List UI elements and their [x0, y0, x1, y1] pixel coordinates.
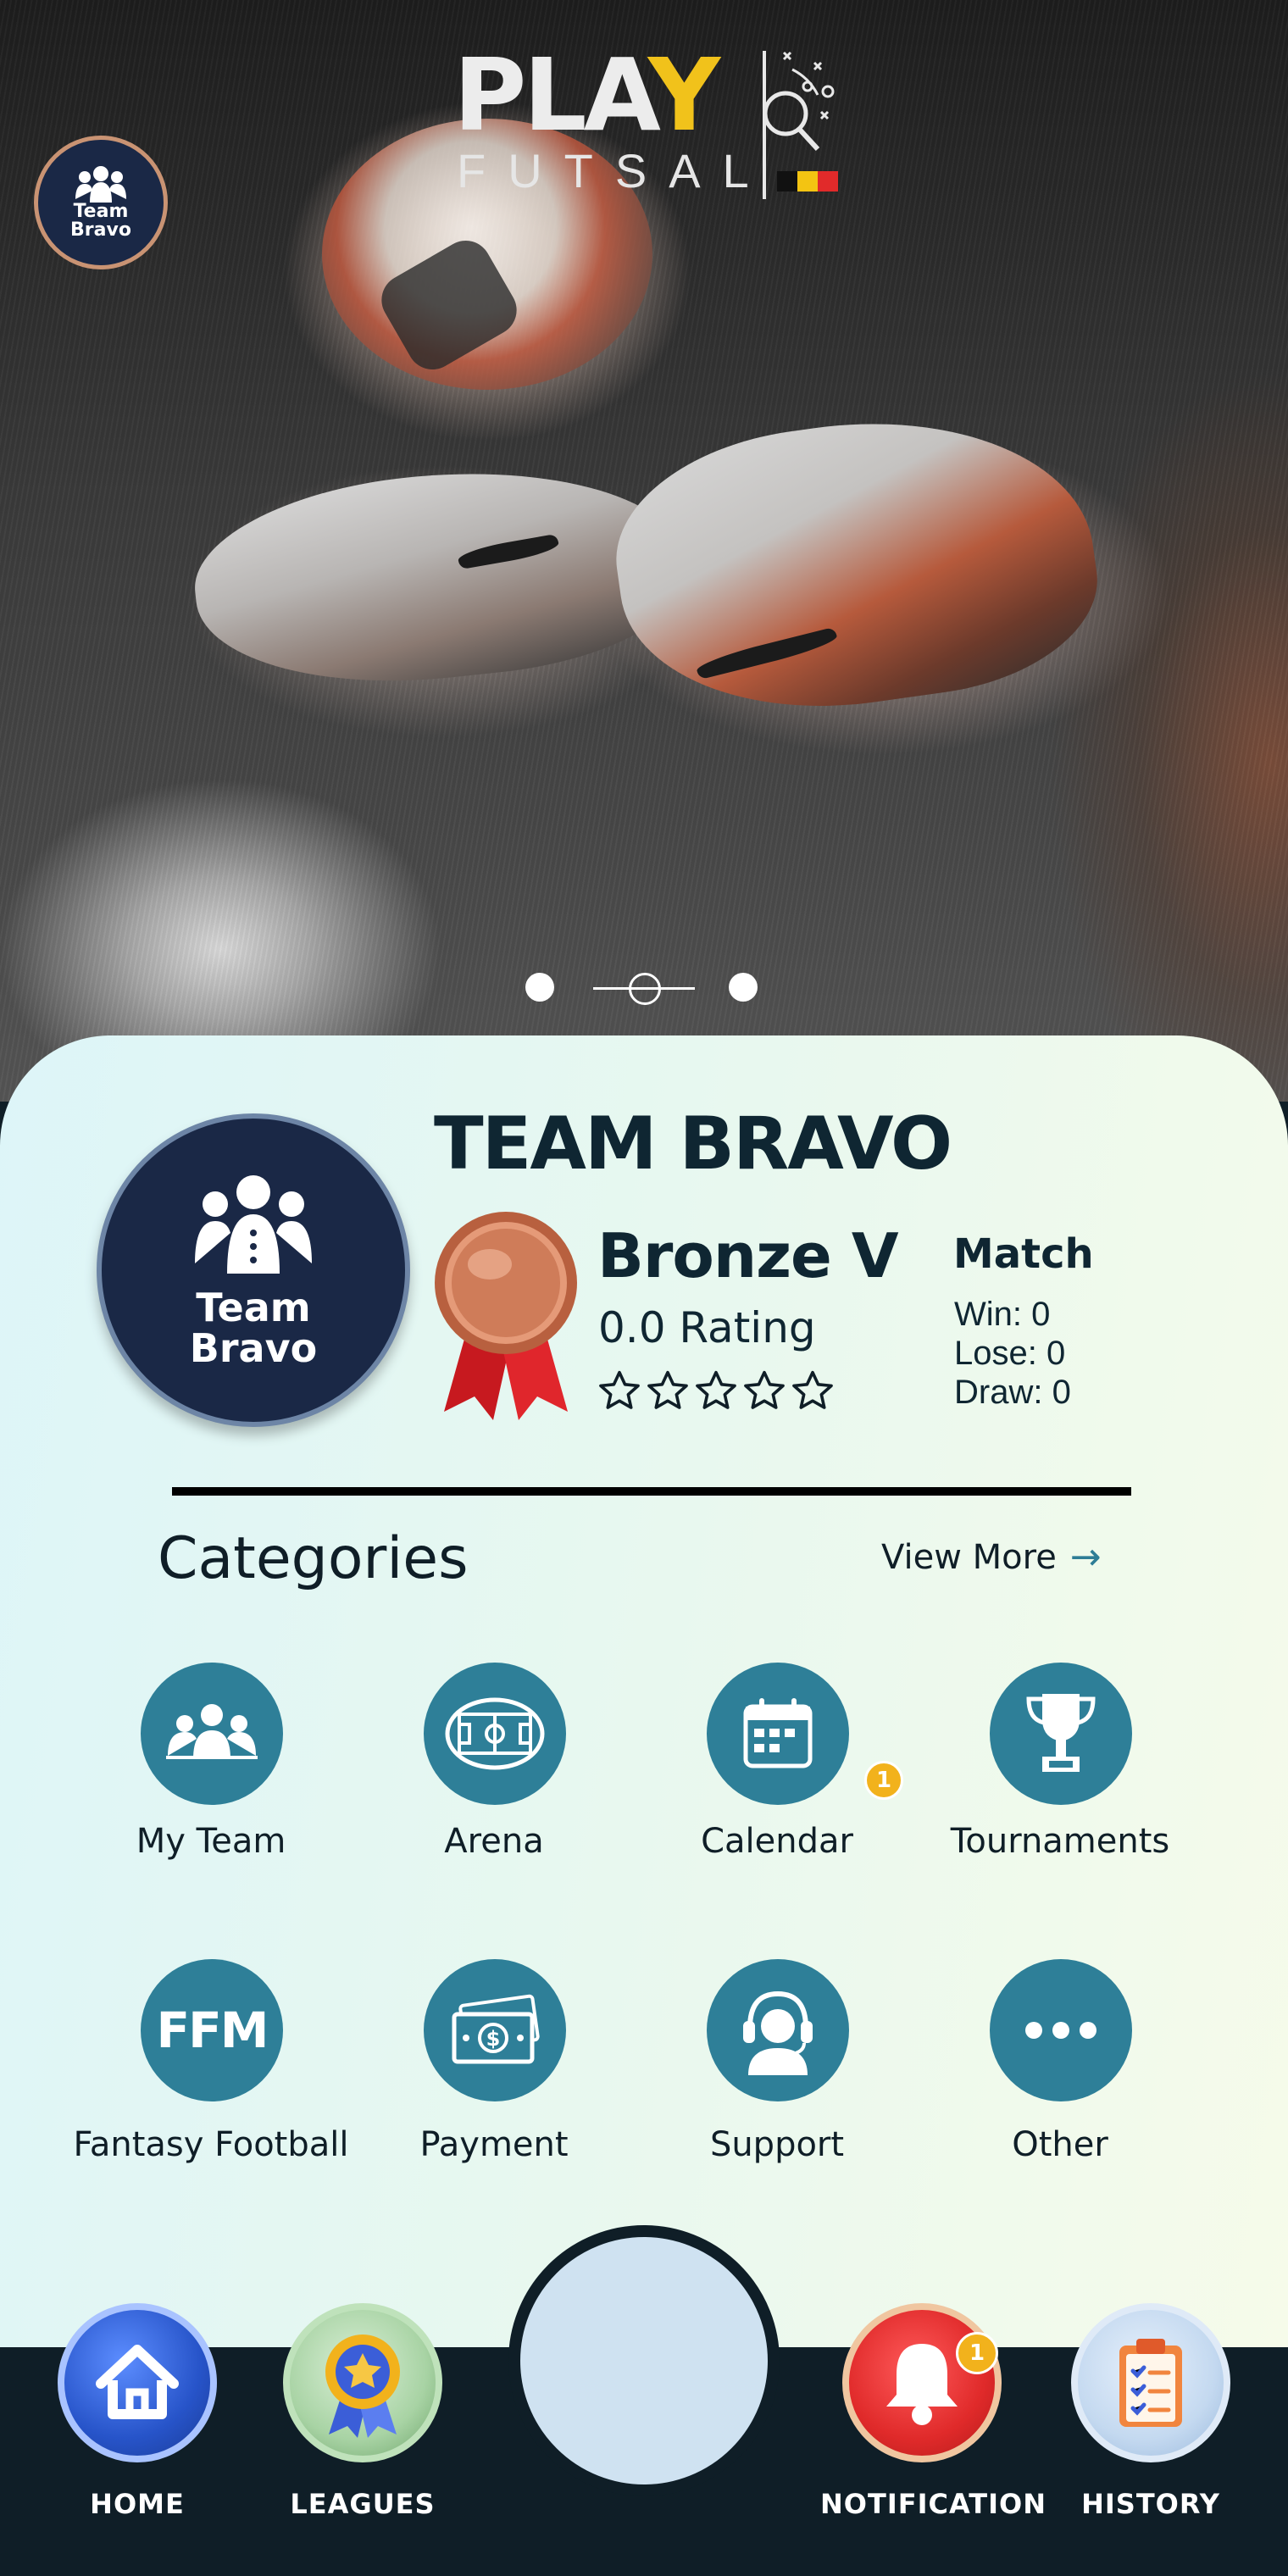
belgium-flag-icon: [777, 171, 838, 192]
category-other[interactable]: Other: [920, 1959, 1200, 2213]
logo-futsal-text: FUTSAL: [457, 144, 771, 197]
notification-badge: 1: [956, 2332, 998, 2374]
nav-label: HISTORY: [1081, 2488, 1220, 2520]
app-logo: PLAY FUTSAL: [453, 44, 843, 205]
carousel-dot[interactable]: [729, 973, 758, 1002]
logo-play-y: Y: [647, 36, 720, 153]
category-label: Fantasy Football: [73, 2125, 349, 2164]
bell-icon: [886, 2344, 958, 2425]
view-more-link[interactable]: View More →: [881, 1535, 1102, 1579]
category-label: Support: [709, 2125, 845, 2164]
category-icon-circle: [707, 1959, 849, 2101]
star-icon: [696, 1370, 736, 1409]
carousel-dot-active-ring: [629, 973, 661, 1005]
category-label: Tournaments: [950, 1822, 1170, 1861]
category-label: My Team: [136, 1822, 286, 1861]
category-icon-circle: FFM: [141, 1959, 283, 2101]
team-icon: [166, 1704, 258, 1759]
category-fantasy-football[interactable]: FFM Fantasy Football: [71, 1959, 351, 2213]
nav-leagues-button[interactable]: [283, 2303, 442, 2462]
calendar-badge: 1: [864, 1761, 903, 1800]
team-name: TEAM BRAVO: [434, 1102, 952, 1186]
calendar-icon: [743, 1698, 813, 1768]
category-tournaments[interactable]: Tournaments: [920, 1663, 1200, 1917]
support-icon: [743, 1990, 813, 2075]
center-action-button[interactable]: [508, 2225, 780, 2496]
carousel-indicator: [525, 973, 763, 1005]
tactics-board-icon: [763, 51, 835, 152]
nav-history[interactable]: HISTORY: [1049, 2303, 1252, 2557]
categories-title: Categories: [158, 1525, 469, 1592]
star-icon: [647, 1370, 688, 1409]
nav-history-button[interactable]: [1071, 2303, 1230, 2462]
nav-notification-button[interactable]: 1: [842, 2303, 1002, 2462]
rating-stars: [597, 1368, 836, 1415]
rating-text: 0.0 Rating: [598, 1303, 816, 1352]
nav-home-button[interactable]: [58, 2303, 217, 2462]
nav-label: HOME: [90, 2488, 185, 2520]
carousel-dot-active[interactable]: [593, 973, 695, 1005]
category-label: Payment: [419, 2125, 569, 2164]
arena-icon: [445, 1697, 545, 1770]
category-icon-circle: 1: [707, 1663, 903, 1805]
category-icon-circle: $: [424, 1959, 566, 2101]
category-label: Arena: [444, 1822, 544, 1861]
category-icon-circle: [990, 1959, 1132, 2101]
nav-home[interactable]: HOME: [36, 2303, 239, 2557]
star-icon: [744, 1370, 785, 1409]
match-lose: Lose: 0: [954, 1335, 1066, 1372]
category-icon-circle: [990, 1663, 1132, 1805]
section-divider: [172, 1487, 1131, 1496]
nav-label: LEAGUES: [290, 2488, 436, 2520]
team-avatar-label: Team Bravo: [70, 201, 131, 241]
category-support[interactable]: Support: [637, 1959, 917, 2213]
team-people-icon: [195, 1175, 312, 1274]
match-title: Match: [953, 1230, 1094, 1278]
star-icon: [599, 1370, 640, 1409]
carousel-dot[interactable]: [525, 973, 554, 1002]
home-icon: [96, 2345, 179, 2419]
category-calendar[interactable]: 1 Calendar: [637, 1663, 917, 1917]
team-people-icon: [75, 166, 126, 203]
view-more-label: View More: [881, 1537, 1057, 1577]
match-win: Win: 0: [954, 1296, 1051, 1333]
team-avatar-button[interactable]: Team Bravo: [34, 136, 168, 269]
logo-play-text: PLAY: [453, 36, 720, 153]
match-draw: Draw: 0: [954, 1374, 1071, 1411]
svg-text:$: $: [486, 2027, 501, 2051]
category-label: Other: [1012, 2125, 1108, 2164]
leagues-icon: [325, 2334, 400, 2438]
rank-title: Bronze V: [597, 1220, 899, 1291]
category-icon-circle: [141, 1663, 283, 1805]
payment-icon: $: [452, 1994, 540, 2064]
category-arena[interactable]: Arena: [354, 1663, 634, 1917]
star-icon: [792, 1370, 833, 1409]
arrow-right-icon: →: [1069, 1535, 1102, 1579]
nav-leagues[interactable]: LEAGUES: [261, 2303, 464, 2557]
more-icon: [1025, 2022, 1096, 2039]
nav-notification[interactable]: 1 NOTIFICATION: [820, 2303, 1046, 2557]
nav-label: NOTIFICATION: [820, 2488, 1046, 2520]
category-icon-circle: [424, 1663, 566, 1805]
history-icon: [1119, 2339, 1182, 2427]
category-my-team[interactable]: My Team: [71, 1663, 351, 1917]
team-badge-label: Team Bravo: [189, 1285, 318, 1371]
bronze-medal-icon: [435, 1212, 577, 1420]
category-payment[interactable]: $ Payment: [354, 1959, 634, 2213]
category-label: Calendar: [701, 1822, 853, 1861]
ffm-icon: FFM: [156, 2001, 269, 2059]
team-badge: Team Bravo: [97, 1113, 410, 1427]
trophy-icon: [1026, 1694, 1096, 1772]
